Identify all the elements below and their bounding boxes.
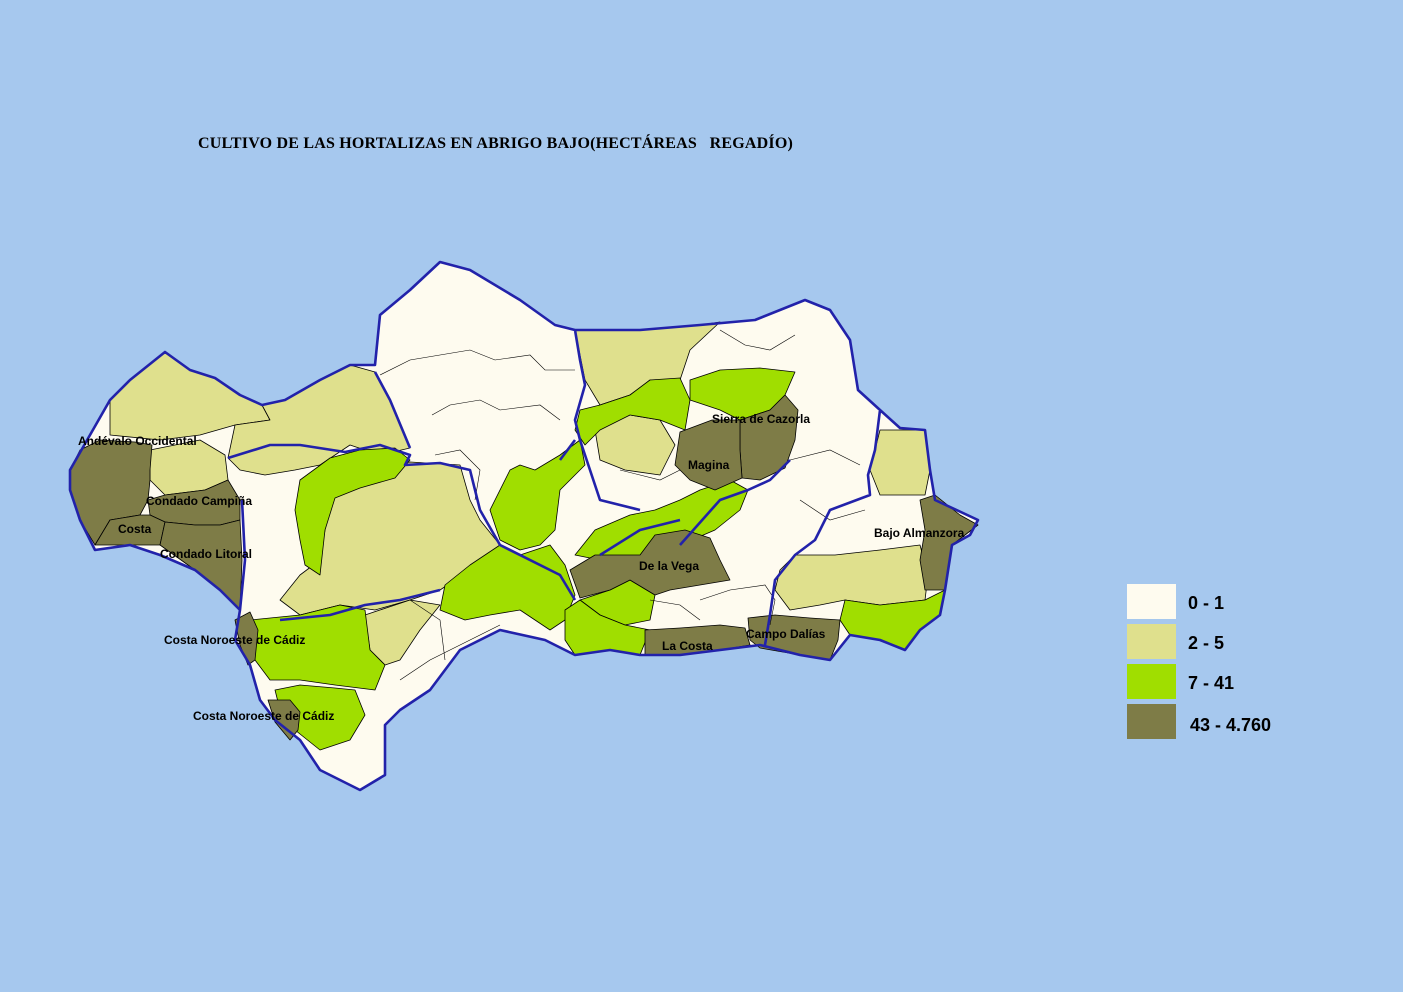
label-costa-huelva: Costa [118, 522, 152, 536]
legend-label: 7 - 41 [1188, 673, 1235, 693]
label-bajo-almanzora: Bajo Almanzora [874, 526, 965, 540]
legend-swatch-0-1 [1127, 584, 1176, 619]
region-condado-litoral[interactable] [159, 519, 243, 611]
legend-swatch-43-4760 [1127, 704, 1176, 739]
legend-swatch-7-41 [1127, 664, 1176, 699]
label-costa-noroeste-cadiz-2: Costa Noroeste de Cádiz [193, 709, 334, 723]
region-bajo-almanzora[interactable] [919, 494, 979, 591]
legend-swatch-2-5 [1127, 624, 1176, 659]
label-la-costa: La Costa [662, 639, 713, 653]
andalucia-map: Andévalo Occidental Condado Campiña Cost… [68, 260, 980, 792]
label-condado-litoral: Condado Litoral [160, 547, 252, 561]
label-condado-campina: Condado Campiña [146, 494, 252, 508]
label-andevalo-occidental: Andévalo Occidental [78, 434, 197, 448]
label-costa-noroeste-cadiz-1: Costa Noroeste de Cádiz [164, 633, 305, 647]
legend-label: 2 - 5 [1188, 633, 1225, 653]
label-magina: Magina [688, 458, 730, 472]
label-de-la-vega: De la Vega [639, 559, 699, 573]
region-cadiz-campina[interactable] [249, 604, 386, 691]
legend-label: 43 - 4.760 [1190, 715, 1272, 735]
region-almeria-north[interactable] [869, 429, 931, 496]
label-campo-dalias: Campo Dalías [746, 627, 826, 641]
legend-label: 0 - 1 [1188, 593, 1225, 613]
region-almeria-centre[interactable] [774, 544, 929, 611]
label-sierra-cazorla: Sierra de Cazorla [712, 412, 810, 426]
